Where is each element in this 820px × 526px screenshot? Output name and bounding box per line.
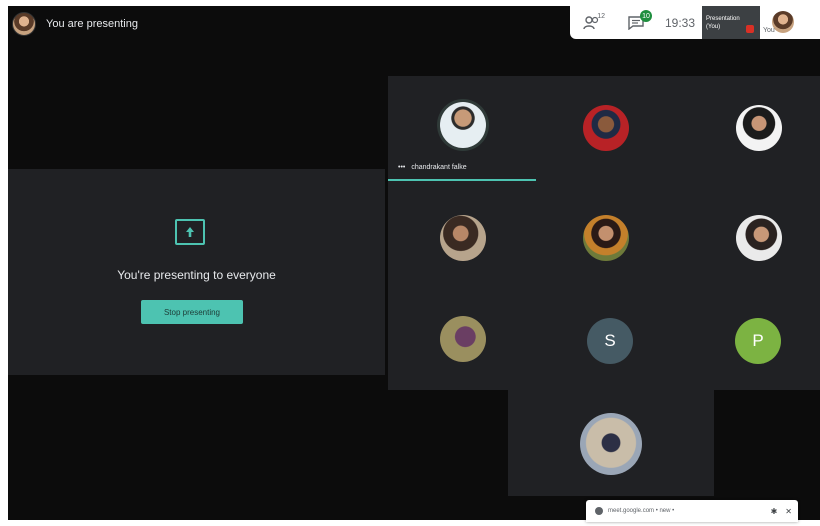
participant-avatar	[736, 105, 782, 151]
self-avatar	[12, 12, 36, 36]
participant-avatar	[440, 316, 486, 362]
stop-presenting-button[interactable]: Stop presenting	[141, 300, 243, 324]
pin-icon[interactable]: ✱	[771, 507, 778, 516]
participant-tile[interactable]	[508, 390, 714, 496]
participant-tile[interactable]	[678, 76, 820, 182]
self-tile[interactable]: You	[760, 6, 800, 39]
presenting-message: You're presenting to everyone	[117, 268, 276, 282]
clock: 19:33	[664, 15, 696, 30]
speaking-indicator	[388, 179, 536, 181]
self-label: You	[763, 27, 775, 34]
participant-tile[interactable]	[388, 182, 536, 286]
participant-avatar	[736, 215, 782, 261]
speaker-name: chandrakant falke	[411, 164, 467, 171]
participant-tile[interactable]	[388, 286, 536, 390]
people-button[interactable]: 12	[570, 6, 614, 39]
participant-initial-avatar: P	[735, 318, 781, 364]
participant-grid: ••• chandrakant falke S P	[388, 76, 820, 390]
close-icon[interactable]: ✕	[785, 507, 792, 516]
participant-tile[interactable]	[678, 182, 820, 286]
participant-avatar	[440, 102, 486, 148]
presenting-status: You are presenting	[12, 12, 138, 36]
participant-initial-avatar: S	[587, 318, 633, 364]
top-bar: 12 10 19:33 Presentation (You) You	[570, 6, 820, 39]
meet-popup-text: meet.google.com • new •	[608, 508, 675, 514]
participant-tile[interactable]	[536, 76, 678, 182]
present-screen-icon	[175, 219, 205, 245]
participant-tile-speaker[interactable]: ••• chandrakant falke	[388, 76, 536, 182]
meet-notification-bar[interactable]: meet.google.com • new • ✱ ✕	[586, 500, 798, 522]
popup-controls: ✱ ✕	[771, 507, 792, 516]
chat-badge: 10	[640, 10, 652, 22]
participant-avatar	[583, 105, 629, 151]
presenting-panel: You're presenting to everyone Stop prese…	[8, 169, 385, 375]
people-count: 12	[597, 13, 605, 20]
meeting-screen: You are presenting 12 10 19:33 Presentat…	[8, 6, 820, 520]
participant-avatar	[440, 215, 486, 261]
participant-tile[interactable]: P	[678, 286, 820, 390]
presentation-tile[interactable]: Presentation (You)	[702, 6, 760, 39]
speaker-label: ••• chandrakant falke	[398, 164, 467, 171]
participant-tile[interactable]	[536, 182, 678, 286]
participant-avatar	[580, 413, 642, 475]
self-avatar-small	[772, 11, 794, 33]
more-icon: •••	[398, 164, 406, 171]
participant-avatar	[583, 215, 629, 261]
recording-indicator-icon	[746, 25, 754, 33]
chat-button[interactable]: 10	[614, 6, 658, 39]
participant-tile[interactable]: S	[536, 286, 678, 390]
site-icon	[595, 507, 603, 515]
arrow-up-icon	[186, 227, 194, 237]
presenting-status-text: You are presenting	[46, 18, 138, 30]
presentation-label: Presentation	[706, 15, 740, 22]
